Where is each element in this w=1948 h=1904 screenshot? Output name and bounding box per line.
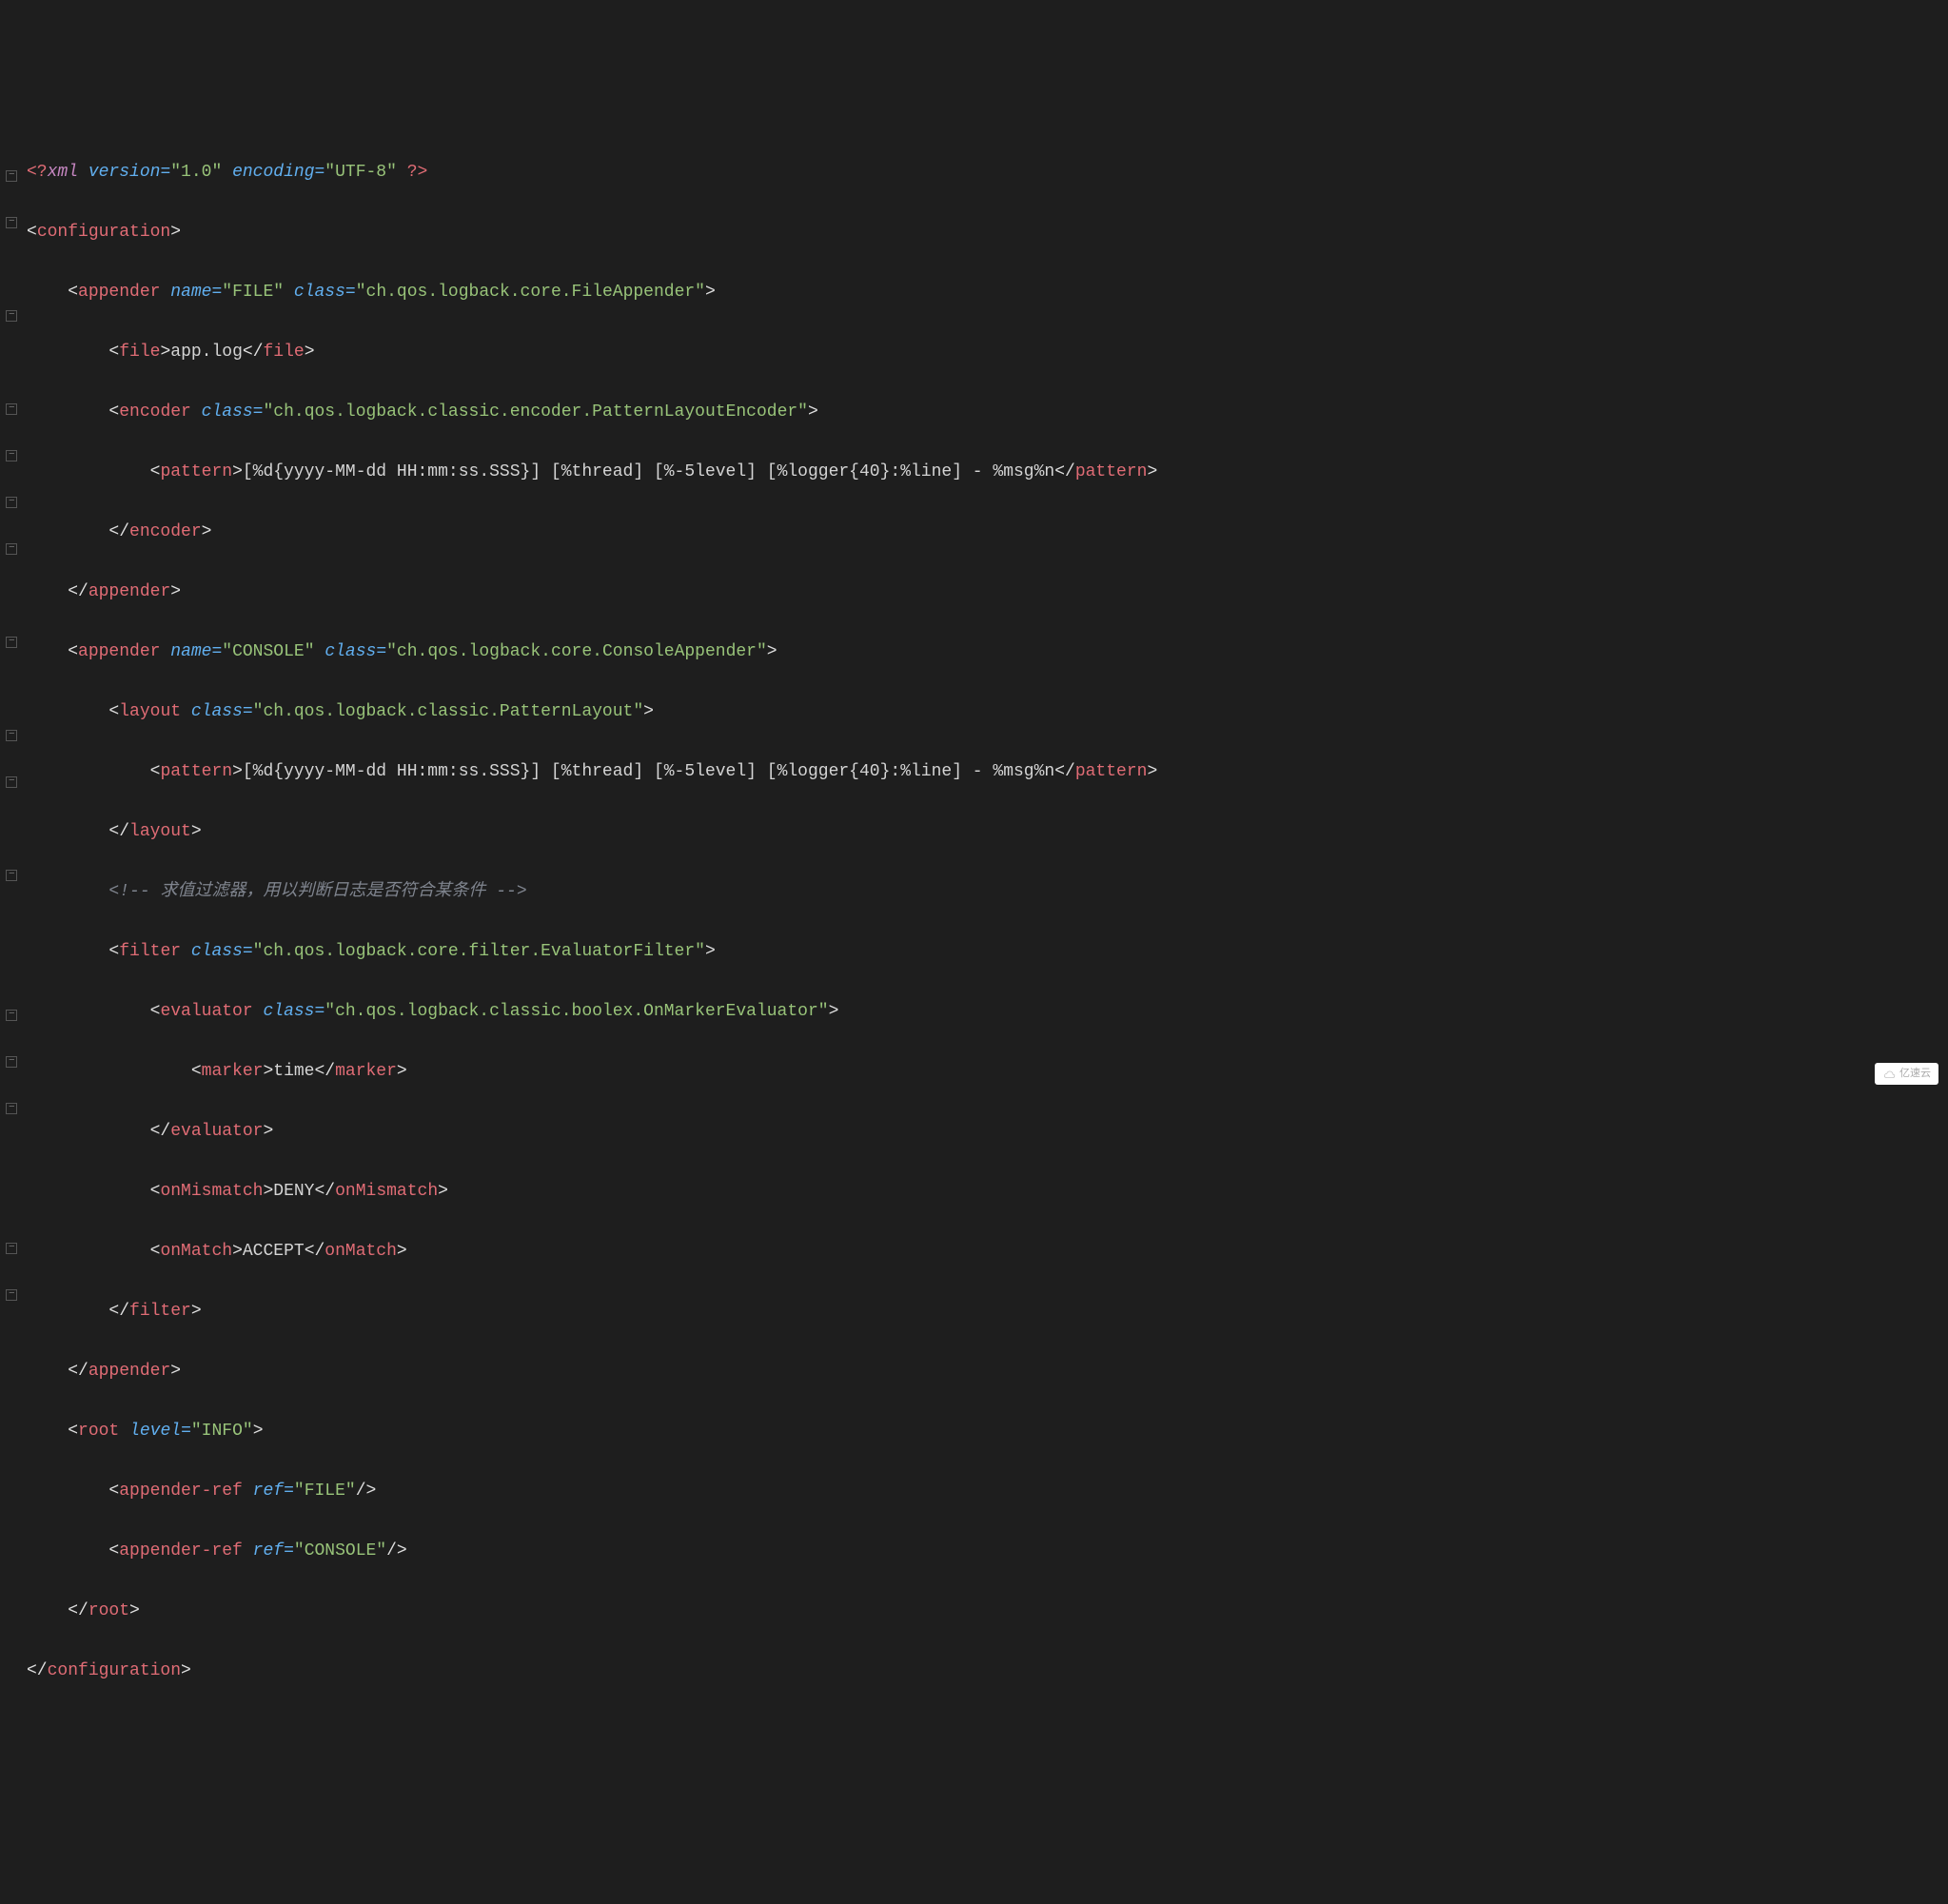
code-line[interactable]: <pattern>[%d{yyyy-MM-dd HH:mm:ss.SSS}] [… <box>27 458 1948 488</box>
code-line[interactable]: <appender-ref ref="FILE"/> <box>27 1477 1948 1507</box>
fold-icon[interactable] <box>6 870 17 881</box>
fold-icon[interactable] <box>6 217 17 228</box>
code-line[interactable]: <?xml version="1.0" encoding="UTF-8" ?> <box>27 158 1948 188</box>
watermark-text: 亿速云 <box>1899 1065 1931 1083</box>
fold-icon[interactable] <box>6 1289 17 1301</box>
code-line[interactable]: </appender> <box>27 1357 1948 1387</box>
fold-icon[interactable] <box>6 1243 17 1254</box>
fold-icon[interactable] <box>6 170 17 182</box>
fold-icon[interactable] <box>6 450 17 461</box>
fold-icon[interactable] <box>6 1103 17 1114</box>
code-line[interactable]: </filter> <box>27 1297 1948 1327</box>
code-line[interactable]: </encoder> <box>27 518 1948 548</box>
cloud-icon <box>1882 1069 1896 1078</box>
fold-icon[interactable] <box>6 497 17 508</box>
fold-icon[interactable] <box>6 310 17 322</box>
watermark-badge: 亿速云 <box>1875 1063 1938 1085</box>
code-line[interactable]: <root level="INFO"> <box>27 1417 1948 1447</box>
code-line[interactable]: <layout class="ch.qos.logback.classic.Pa… <box>27 697 1948 728</box>
code-line[interactable]: </evaluator> <box>27 1117 1948 1148</box>
code-line[interactable]: </configuration> <box>27 1657 1948 1687</box>
fold-icon[interactable] <box>6 776 17 788</box>
code-line[interactable]: </appender> <box>27 578 1948 608</box>
code-line[interactable]: <file>app.log</file> <box>27 338 1948 368</box>
code-line[interactable]: <appender name="FILE" class="ch.qos.logb… <box>27 278 1948 308</box>
code-line[interactable]: <!-- 求值过滤器，用以判断日志是否符合某条件 --> <box>27 877 1948 908</box>
fold-icon[interactable] <box>6 637 17 648</box>
code-line[interactable]: </root> <box>27 1597 1948 1627</box>
code-line[interactable]: <evaluator class="ch.qos.logback.classic… <box>27 997 1948 1028</box>
code-line[interactable]: <filter class="ch.qos.logback.core.filte… <box>27 937 1948 968</box>
fold-icon[interactable] <box>6 1010 17 1021</box>
fold-icon[interactable] <box>6 730 17 741</box>
code-editor[interactable]: <?xml version="1.0" encoding="UTF-8" ?> … <box>0 90 1948 1724</box>
fold-gutter <box>0 98 23 1327</box>
code-line[interactable]: <onMatch>ACCEPT</onMatch> <box>27 1237 1948 1267</box>
fold-icon[interactable] <box>6 403 17 415</box>
code-line[interactable]: <marker>time</marker> <box>27 1057 1948 1088</box>
code-line[interactable]: <pattern>[%d{yyyy-MM-dd HH:mm:ss.SSS}] [… <box>27 757 1948 788</box>
fold-icon[interactable] <box>6 543 17 555</box>
code-line[interactable]: <configuration> <box>27 218 1948 248</box>
code-line[interactable]: <encoder class="ch.qos.logback.classic.e… <box>27 398 1948 428</box>
code-line[interactable]: <onMismatch>DENY</onMismatch> <box>27 1177 1948 1207</box>
code-line[interactable]: <appender-ref ref="CONSOLE"/> <box>27 1537 1948 1567</box>
fold-icon[interactable] <box>6 1056 17 1068</box>
code-line[interactable]: <appender name="CONSOLE" class="ch.qos.l… <box>27 638 1948 668</box>
code-line[interactable]: </layout> <box>27 817 1948 848</box>
